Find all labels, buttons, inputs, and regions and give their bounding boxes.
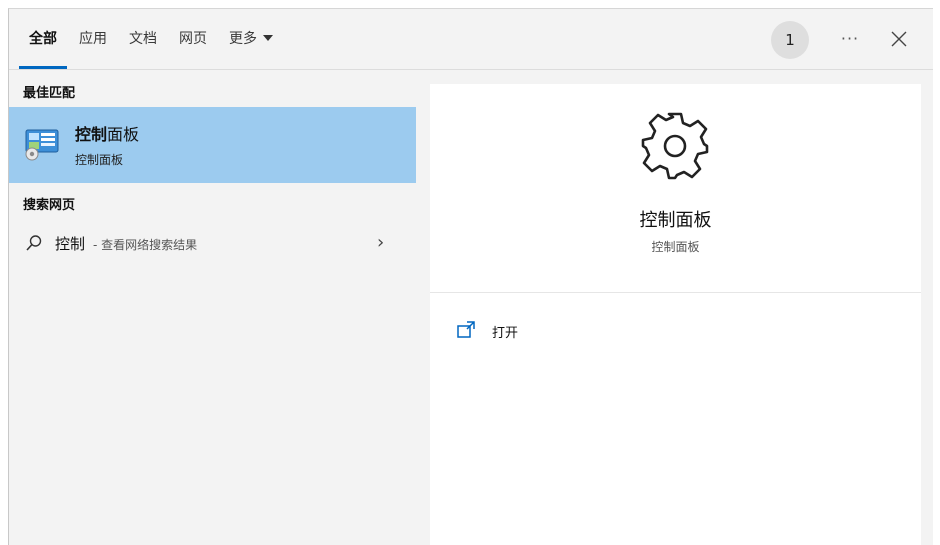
open-action-label: 打开 xyxy=(492,326,519,341)
tab-documents-label: 文档 xyxy=(129,31,157,47)
caret-down-icon xyxy=(263,35,273,41)
chevron-right-icon[interactable]: › xyxy=(377,232,384,253)
tab-web-label: 网页 xyxy=(179,31,207,47)
best-match-title: 控制面板 xyxy=(75,121,139,145)
tab-all-label: 全部 xyxy=(29,31,57,47)
open-window-icon xyxy=(457,321,475,338)
tab-all[interactable]: 全部 xyxy=(19,9,67,69)
preview-pane: 控制面板 控制面板 打开 xyxy=(430,84,921,545)
search-window: 全部 应用 文档 网页 更多 1 ··· 最佳匹配 控制面板 控制面板 搜索网页… xyxy=(8,8,933,545)
rewards-badge[interactable]: 1 xyxy=(771,21,809,59)
tab-documents[interactable]: 文档 xyxy=(129,9,157,69)
best-match-item[interactable]: 控制面板 控制面板 xyxy=(9,107,416,183)
gear-icon xyxy=(641,112,709,180)
web-search-item[interactable]: 控制 - 查看网络搜索结果 › xyxy=(9,228,416,260)
web-search-hint: - 查看网络搜索结果 xyxy=(93,238,198,252)
more-options-button[interactable]: ··· xyxy=(835,24,865,54)
title-highlight: 控制 xyxy=(75,125,108,144)
search-scope-bar: 全部 应用 文档 网页 更多 1 ··· xyxy=(9,9,933,70)
best-match-subtitle: 控制面板 xyxy=(75,153,124,167)
results-pane: 最佳匹配 控制面板 控制面板 搜索网页 控制 - 查看网络搜索结果 › xyxy=(9,70,416,545)
best-match-heading: 最佳匹配 xyxy=(23,86,76,101)
search-icon xyxy=(26,235,42,251)
tab-more-label: 更多 xyxy=(229,31,257,47)
tab-apps-label: 应用 xyxy=(79,31,107,47)
preview-title: 控制面板 xyxy=(639,210,712,231)
preview-header: 控制面板 控制面板 xyxy=(430,84,921,293)
preview-subtitle: 控制面板 xyxy=(651,240,700,254)
title-rest: 面板 xyxy=(107,125,140,144)
control-panel-icon xyxy=(25,129,59,161)
tab-apps[interactable]: 应用 xyxy=(79,9,107,69)
ellipsis-icon: ··· xyxy=(840,29,860,48)
close-icon xyxy=(891,31,907,47)
close-button[interactable] xyxy=(887,27,911,51)
tab-web[interactable]: 网页 xyxy=(179,9,207,69)
web-search-heading: 搜索网页 xyxy=(23,198,76,213)
tab-more[interactable]: 更多 xyxy=(229,9,273,69)
web-search-term: 控制 xyxy=(55,235,86,253)
scope-tabs: 全部 应用 文档 网页 更多 xyxy=(19,9,295,69)
